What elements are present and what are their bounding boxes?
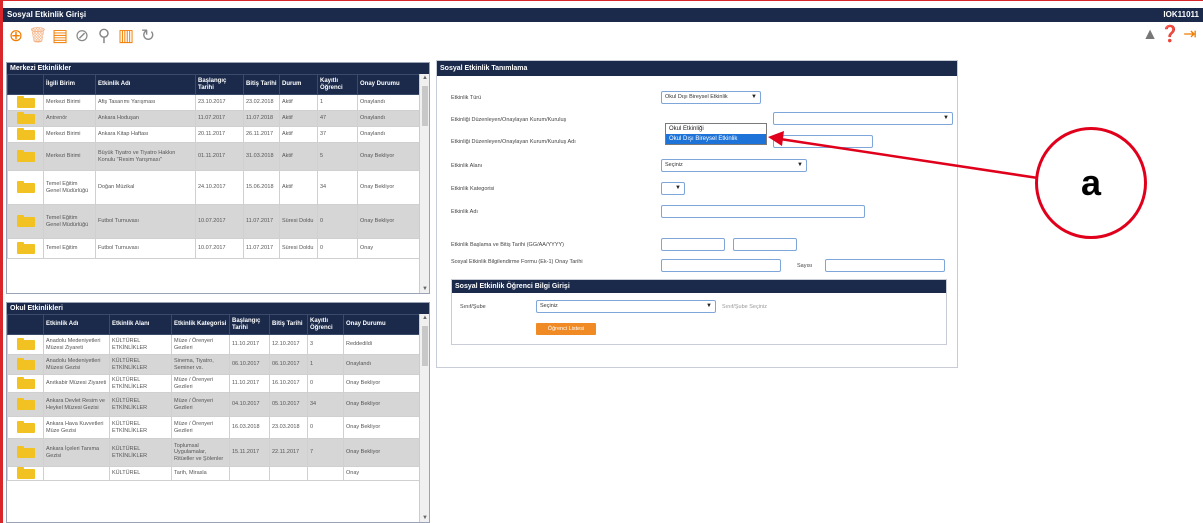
callout-circle: a	[1035, 127, 1147, 239]
callout-label: a	[1080, 162, 1102, 203]
callout-arrow	[768, 131, 1039, 180]
